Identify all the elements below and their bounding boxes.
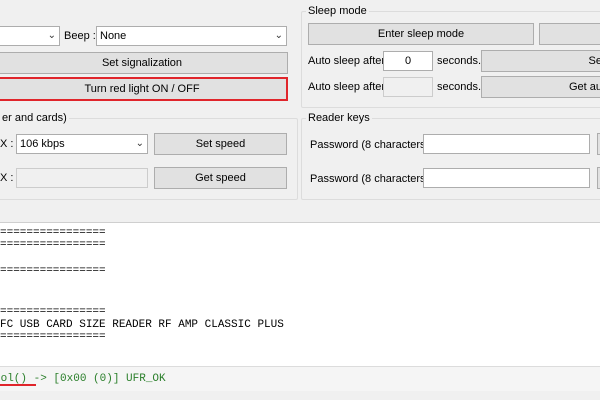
beep-select-value: None xyxy=(100,30,127,42)
auto-sleep-label: Auto sleep after xyxy=(308,55,386,67)
console-line: ================ xyxy=(0,331,106,343)
reader-keys-legend: Reader keys xyxy=(306,112,372,124)
auto-sleep-readonly xyxy=(383,77,433,97)
set-auto-sleep-button[interactable]: Se xyxy=(481,50,600,72)
chevron-down-icon: ⌄ xyxy=(274,30,283,41)
light-mode-select[interactable]: ⌄ xyxy=(0,26,60,46)
red-light-toggle-button[interactable]: Turn red light ON / OFF xyxy=(0,77,288,101)
seconds-label-2: seconds. xyxy=(437,81,482,93)
console-line: ================ xyxy=(0,306,106,318)
password-field[interactable] xyxy=(423,134,590,154)
tx-speed-value: 106 kbps xyxy=(20,138,65,150)
beep-label: Beep : xyxy=(64,30,96,42)
password-field-2[interactable] xyxy=(423,168,590,188)
status-highlight-underline xyxy=(0,384,36,386)
chevron-down-icon: ⌄ xyxy=(47,30,56,41)
get-auto-sleep-button[interactable]: Get au xyxy=(481,76,600,98)
password-label: Password (8 characters) : xyxy=(310,139,436,151)
speed-legend: er and cards) xyxy=(0,112,69,124)
tx-label: X : xyxy=(0,138,14,150)
console-line: ================ xyxy=(0,239,106,251)
set-speed-button[interactable]: Set speed xyxy=(154,133,287,155)
beep-select[interactable]: None ⌄ xyxy=(96,26,287,46)
auto-sleep-label-2: Auto sleep after xyxy=(308,81,386,93)
seconds-label: seconds. xyxy=(437,55,482,67)
console-line: FC USB CARD SIZE READER RF AMP CLASSIC P… xyxy=(0,319,284,331)
console-line: ================ xyxy=(0,227,106,239)
rx-speed-field xyxy=(16,168,148,188)
bottom-strip xyxy=(0,391,600,400)
get-speed-button[interactable]: Get speed xyxy=(154,167,287,189)
tx-speed-select[interactable]: 106 kbps ⌄ xyxy=(16,134,148,154)
sleep-extra-button[interactable] xyxy=(539,23,600,45)
enter-sleep-button[interactable]: Enter sleep mode xyxy=(308,23,534,45)
rx-label: X : xyxy=(0,172,14,184)
console-line: ================ xyxy=(0,265,106,277)
sleep-mode-legend: Sleep mode xyxy=(306,5,369,17)
chevron-down-icon: ⌄ xyxy=(135,138,144,149)
status-bar: rol() -> [0x00 (0)] UFR_OK xyxy=(0,366,600,391)
auto-sleep-input[interactable]: 0 xyxy=(383,51,433,71)
set-signalization-button[interactable]: Set signalization xyxy=(0,52,288,74)
password-label-2: Password (8 characters) : xyxy=(310,173,436,185)
